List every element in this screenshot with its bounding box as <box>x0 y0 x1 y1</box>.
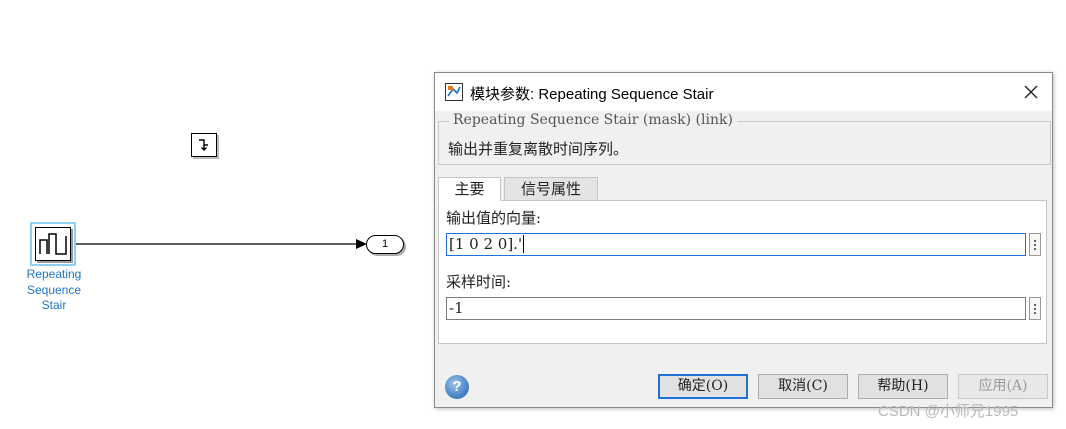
help-icon[interactable]: ? <box>445 375 469 399</box>
tab-signal-attributes[interactable]: 信号属性 <box>504 177 598 201</box>
description-group: Repeating Sequence Stair (mask) (link) 输… <box>438 112 1051 165</box>
vector-values-text: [1 0 2 0].' <box>449 235 523 253</box>
simulink-app-icon <box>445 83 463 101</box>
dialog-title: 模块参数: Repeating Sequence Stair <box>470 86 714 103</box>
dialog-titlebar[interactable]: 模块参数: Repeating Sequence Stair <box>435 73 1052 111</box>
sample-time-label: 采样时间: <box>446 273 512 291</box>
csdn-watermark: CSDN @小师兄1995 <box>878 403 1019 420</box>
block-parameters-dialog: 模块参数: Repeating Sequence Stair Repeating… <box>434 72 1053 408</box>
ok-button[interactable]: 确定(O) <box>658 374 748 399</box>
description-legend: Repeating Sequence Stair (mask) (link) <box>449 112 737 128</box>
text-cursor <box>523 235 525 253</box>
sample-time-input[interactable]: -1 <box>446 297 1026 320</box>
outport-block[interactable]: 1 <box>366 235 404 254</box>
tab-main[interactable]: 主要 <box>438 177 501 201</box>
block-label-line: Stair <box>41 298 67 312</box>
cancel-button[interactable]: 取消(C) <box>758 374 848 399</box>
vector-values-input[interactable]: [1 0 2 0].' <box>446 233 1026 256</box>
signal-line[interactable] <box>0 0 420 300</box>
vector-values-more-button[interactable] <box>1029 233 1041 256</box>
sample-time-text: -1 <box>449 299 464 317</box>
sample-time-more-button[interactable] <box>1029 297 1041 320</box>
apply-button[interactable]: 应用(A) <box>958 374 1048 399</box>
main-tab-panel: 输出值的向量: [1 0 2 0].' 采样时间: -1 <box>438 200 1047 344</box>
close-button[interactable] <box>1018 79 1044 105</box>
close-icon <box>1024 85 1038 99</box>
help-button[interactable]: 帮助(H) <box>858 374 948 399</box>
description-text: 输出并重复离散时间序列。 <box>448 140 629 158</box>
vector-values-label: 输出值的向量: <box>446 209 542 227</box>
